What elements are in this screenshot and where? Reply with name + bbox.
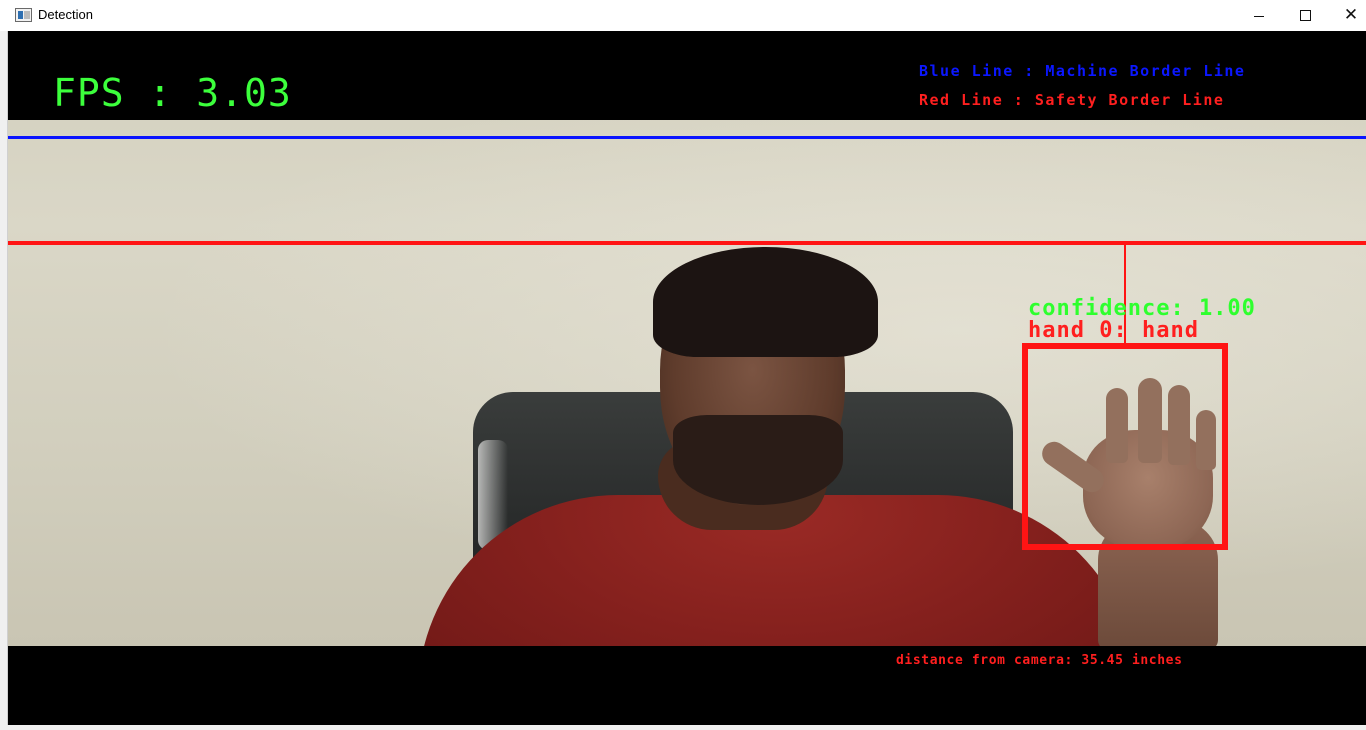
detection-label: hand 0: hand: [1028, 318, 1199, 343]
person-beard: [673, 415, 843, 505]
hand-bounding-box: [1022, 343, 1228, 550]
maximize-button[interactable]: [1282, 0, 1328, 31]
legend-machine-border: Blue Line : Machine Border Line: [919, 62, 1246, 80]
fps-counter: FPS : 3.03: [53, 71, 292, 115]
close-button[interactable]: ✕: [1328, 0, 1366, 31]
minimize-icon: [1254, 16, 1264, 17]
window-bottom-border: [0, 725, 1366, 730]
maximize-icon: [1299, 10, 1311, 21]
window-left-border: [0, 31, 8, 730]
person-hair: [653, 247, 878, 357]
legend-safety-border: Red Line : Safety Border Line: [919, 91, 1225, 109]
machine-border-line: [8, 136, 1366, 139]
distance-readout: distance from camera: 35.45 inches: [896, 653, 1183, 668]
safety-border-line: [8, 241, 1366, 245]
window-titlebar: Detection ✕: [0, 0, 1366, 31]
minimize-button[interactable]: [1236, 0, 1282, 31]
window-title: Detection: [38, 7, 93, 22]
video-frame: FPS : 3.03 Blue Line : Machine Border Li…: [8, 31, 1366, 725]
close-icon: ✕: [1343, 5, 1359, 25]
app-icon: [15, 8, 32, 22]
